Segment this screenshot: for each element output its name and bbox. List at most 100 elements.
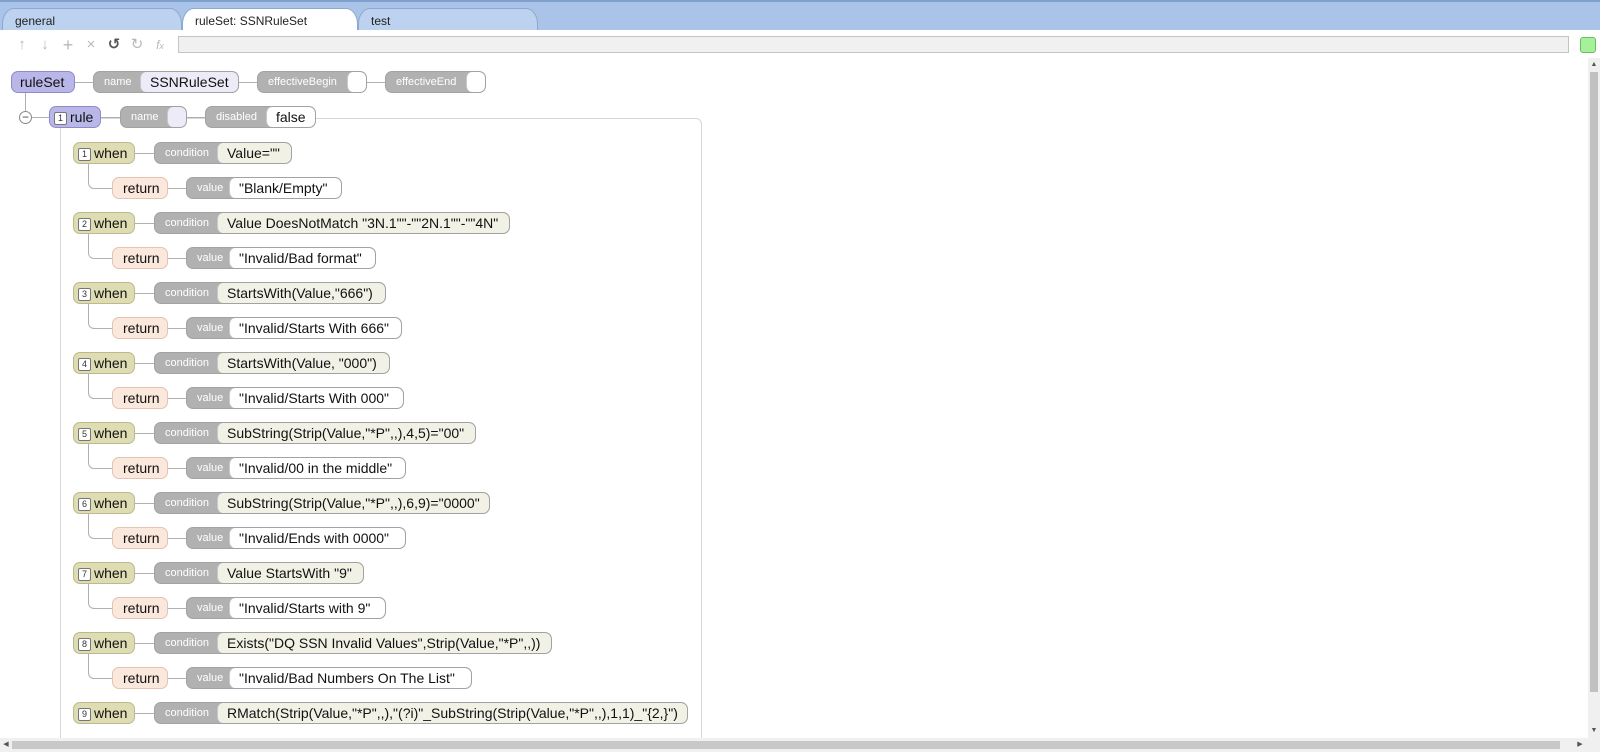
return-node[interactable]: return [112, 457, 168, 479]
return-label: return [123, 530, 160, 546]
effective-end-value[interactable] [466, 72, 485, 92]
return-value[interactable]: "Invalid/Starts with 9" [229, 598, 385, 618]
collapse-icon[interactable]: − [19, 111, 32, 124]
when-node[interactable]: 9 when [73, 702, 135, 724]
condition-label: condition [165, 497, 210, 509]
condition-value[interactable]: StartsWith(Value, "000") [217, 353, 389, 373]
condition-property[interactable]: condition RMatch(Strip(Value,"*P",,),"(?i… [154, 702, 688, 724]
condition-property[interactable]: condition Value DoesNotMatch "3N.1""-""2N… [154, 212, 510, 234]
scroll-up-icon[interactable]: ▲ [1590, 61, 1598, 69]
return-value[interactable]: "Invalid/00 in the middle" [229, 458, 405, 478]
redo-icon[interactable]: ↻ [128, 36, 146, 54]
scroll-down-icon[interactable]: ▼ [1590, 727, 1598, 735]
when-label: when [94, 495, 128, 511]
condition-value[interactable]: Exists("DQ SSN Invalid Values",Strip(Val… [217, 633, 551, 653]
delete-icon[interactable]: × [82, 36, 100, 54]
when-node[interactable]: 4 when [73, 352, 135, 374]
return-node[interactable]: return [112, 247, 168, 269]
scroll-right-icon[interactable]: ▶ [1576, 741, 1584, 749]
return-node[interactable]: return [112, 177, 168, 199]
connector [168, 678, 186, 679]
return-node[interactable]: return [112, 597, 168, 619]
connector [135, 223, 154, 224]
condition-value[interactable]: SubString(Strip(Value,"*P",,),4,5)="00" [217, 423, 475, 443]
rule-node[interactable]: 1 rule [49, 106, 101, 128]
return-value[interactable]: "Blank/Empty" [229, 178, 341, 198]
scroll-left-icon[interactable]: ◀ [2, 741, 10, 749]
return-node[interactable]: return [112, 667, 168, 689]
return-node[interactable]: return [112, 387, 168, 409]
condition-property[interactable]: condition StartsWith(Value, "000") [154, 352, 390, 374]
arrow-up-icon[interactable]: ↑ [13, 36, 31, 54]
horizontal-scrollbar[interactable]: ◀ ▶ [0, 738, 1600, 752]
return-value-property[interactable]: value "Blank/Empty" [186, 177, 342, 199]
when-node[interactable]: 8 when [73, 632, 135, 654]
return-value[interactable]: "Invalid/Ends with 0000" [229, 528, 405, 548]
vertical-scrollbar[interactable]: ▲ ▼ [1588, 58, 1600, 738]
effective-begin-value[interactable] [347, 72, 366, 92]
when-node[interactable]: 7 when [73, 562, 135, 584]
ruleset-name-value[interactable]: SSNRuleSet [140, 72, 238, 92]
return-node[interactable]: return [112, 527, 168, 549]
condition-label: condition [165, 707, 210, 719]
value-label: value [197, 252, 224, 264]
effective-begin-property[interactable]: effectiveBegin [257, 71, 367, 93]
condition-value[interactable]: StartsWith(Value,"666") [217, 283, 385, 303]
when-node[interactable]: 2 when [73, 212, 135, 234]
ruleset-name-property[interactable]: name SSNRuleSet [93, 71, 239, 93]
when-node[interactable]: 3 when [73, 282, 135, 304]
condition-property[interactable]: condition SubString(Strip(Value,"*P",,),6… [154, 492, 490, 514]
return-value-property[interactable]: value "Invalid/Ends with 0000" [186, 527, 406, 549]
function-icon[interactable]: fx [151, 36, 169, 54]
condition-label: condition [165, 427, 210, 439]
when-node[interactable]: 1 when [73, 142, 135, 164]
connector [101, 117, 120, 118]
condition-property[interactable]: condition Value StartsWith "9" [154, 562, 364, 584]
effective-end-property[interactable]: effectiveEnd [385, 71, 486, 93]
undo-icon[interactable]: ↺ [105, 36, 123, 54]
return-value[interactable]: "Invalid/Starts With 666" [229, 318, 401, 338]
condition-value[interactable]: SubString(Strip(Value,"*P",,),6,9)="0000… [217, 493, 489, 513]
condition-property[interactable]: condition Value="" [154, 142, 292, 164]
condition-property[interactable]: condition StartsWith(Value,"666") [154, 282, 386, 304]
tab-test[interactable]: test [358, 8, 538, 32]
return-value-property[interactable]: value "Invalid/Starts With 000" [186, 387, 404, 409]
when-node[interactable]: 5 when [73, 422, 135, 444]
return-value-property[interactable]: value "Invalid/Starts with 9" [186, 597, 386, 619]
return-value-property[interactable]: value "Invalid/Starts With 666" [186, 317, 402, 339]
add-icon[interactable]: + [59, 36, 77, 54]
rule-index: 1 [54, 112, 67, 125]
rule-name-property[interactable]: name [120, 106, 187, 128]
condition-value[interactable]: Value DoesNotMatch "3N.1""-""2N.1""-""4N… [217, 213, 509, 233]
return-node[interactable]: return [112, 317, 168, 339]
horizontal-scroll-thumb[interactable] [12, 741, 1560, 749]
when-label: when [94, 145, 128, 161]
expression-bar[interactable] [178, 36, 1569, 53]
return-value[interactable]: "Invalid/Bad format" [229, 248, 375, 268]
disabled-value[interactable]: false [266, 107, 315, 127]
disabled-label: disabled [216, 111, 257, 123]
condition-value[interactable]: Value="" [217, 143, 291, 163]
return-value-property[interactable]: value "Invalid/Bad Numbers On The List" [186, 667, 472, 689]
condition-label: condition [165, 637, 210, 649]
tab-general[interactable]: general [2, 8, 182, 32]
return-value[interactable]: "Invalid/Starts With 000" [229, 388, 403, 408]
ruleset-node[interactable]: ruleSet [11, 71, 75, 93]
condition-value[interactable]: RMatch(Strip(Value,"*P",,),"(?i)"_SubStr… [217, 703, 687, 723]
disabled-property[interactable]: disabled false [205, 106, 316, 128]
return-value[interactable]: "Invalid/Bad Numbers On The List" [229, 668, 471, 688]
effective-end-label: effectiveEnd [396, 76, 457, 88]
vertical-scroll-thumb[interactable] [1590, 72, 1598, 692]
condition-value[interactable]: Value StartsWith "9" [217, 563, 363, 583]
return-value-property[interactable]: value "Invalid/Bad format" [186, 247, 376, 269]
when-index: 4 [78, 358, 91, 371]
arrow-down-icon[interactable]: ↓ [36, 36, 54, 54]
rule-name-value[interactable] [167, 107, 186, 127]
effective-begin-label: effectiveBegin [268, 76, 337, 88]
return-value-property[interactable]: value "Invalid/00 in the middle" [186, 457, 406, 479]
condition-property[interactable]: condition Exists("DQ SSN Invalid Values",… [154, 632, 552, 654]
when-label: when [94, 705, 128, 721]
connector [135, 573, 154, 574]
condition-property[interactable]: condition SubString(Strip(Value,"*P",,),4… [154, 422, 476, 444]
when-node[interactable]: 6 when [73, 492, 135, 514]
